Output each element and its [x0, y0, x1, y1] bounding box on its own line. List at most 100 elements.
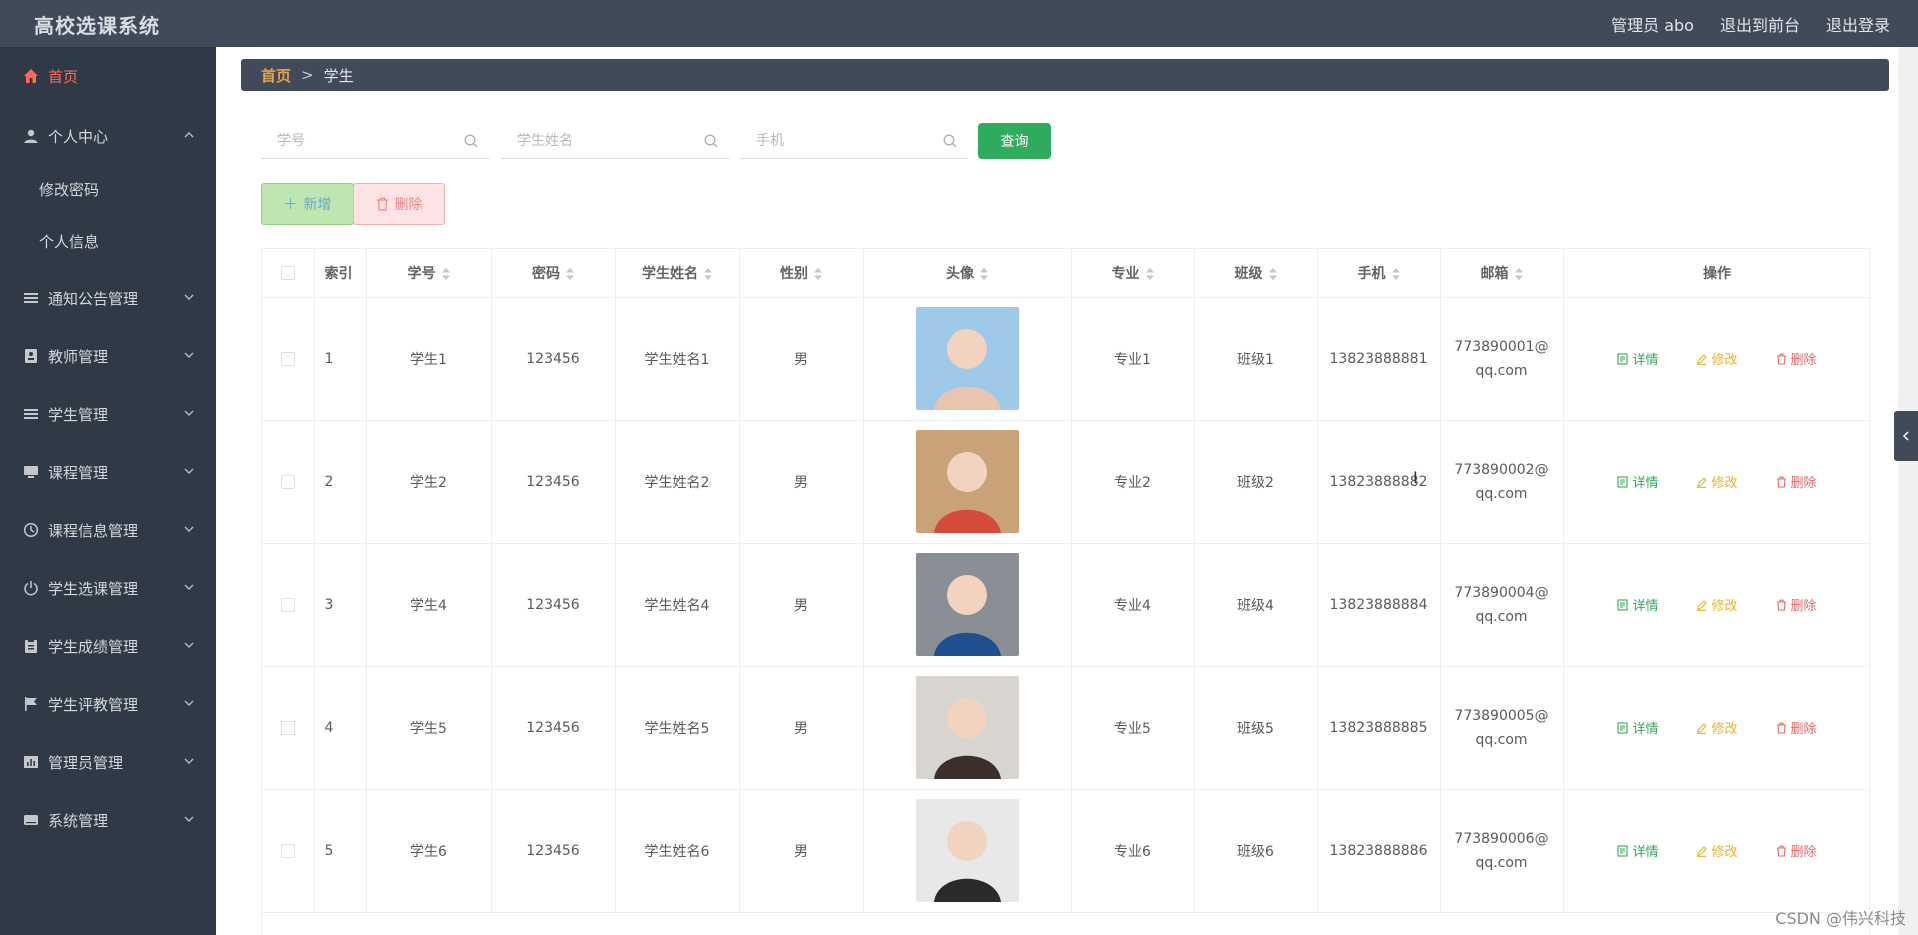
delete-button[interactable]: 删除 — [1776, 349, 1817, 368]
breadcrumb-separator: > — [301, 66, 314, 84]
add-button-label: 新增 — [303, 197, 332, 213]
sidebar-item-course-info-management[interactable]: 课程信息管理 — [0, 510, 216, 550]
sidebar-item-teacher-management[interactable]: 教师管理 — [0, 336, 216, 376]
header-actions: 管理员 abo 退出到前台 退出登录 — [1611, 12, 1890, 36]
edit-button[interactable]: 修改 — [1696, 472, 1738, 491]
email-cell: 773890005@ qq.com — [1440, 666, 1564, 790]
gender-cell: 男 — [739, 543, 864, 667]
phone-cell: 13823888886 — [1317, 789, 1441, 913]
col-major[interactable]: 专业 — [1071, 249, 1195, 298]
col-class[interactable]: 班级 — [1194, 249, 1318, 298]
row-select-cell — [262, 420, 315, 544]
edit-button[interactable]: 修改 — [1696, 349, 1738, 368]
chevron-up-icon — [184, 132, 194, 138]
index-cell: 2 — [314, 420, 367, 544]
detail-button[interactable]: 详情 — [1617, 841, 1658, 860]
detail-button[interactable]: 详情 — [1617, 595, 1658, 614]
table-row: 2 学生2 123456 学生姓名2 男专业2 班级2 13823888882 7738900… — [262, 420, 1869, 544]
sidebar-item-system-management[interactable]: 系统管理 — [0, 800, 216, 840]
email-line: 773890006@ — [1454, 830, 1549, 847]
breadcrumb-home[interactable]: 首页 — [261, 65, 291, 86]
major-cell: 专业2 — [1071, 420, 1195, 544]
edit-button[interactable]: 修改 — [1696, 595, 1738, 614]
sidebar-item-label: 教师管理 — [48, 347, 109, 366]
chevron-down-icon — [184, 816, 194, 822]
collapse-panel-button[interactable] — [1894, 411, 1918, 461]
avatar-cell — [863, 543, 1072, 667]
pencil-icon — [1697, 845, 1708, 857]
trash-icon — [1776, 722, 1786, 734]
sidebar-item-notice-management[interactable]: 通知公告管理 — [0, 278, 216, 318]
col-email[interactable]: 邮箱 — [1440, 249, 1564, 298]
row-select-cell — [262, 297, 315, 421]
monitor-icon — [22, 463, 40, 481]
col-student-name[interactable]: 学生姓名 — [615, 249, 740, 298]
actions-cell: 详情 修改 删除 — [1563, 297, 1869, 421]
query-button[interactable]: 查询 — [978, 123, 1051, 159]
logout-link[interactable]: 退出登录 — [1826, 12, 1890, 36]
col-phone[interactable]: 手机 — [1317, 249, 1441, 298]
chevron-down-icon — [184, 758, 194, 764]
row-checkbox[interactable] — [280, 597, 295, 612]
student-no-input[interactable] — [261, 125, 489, 156]
row-checkbox[interactable] — [280, 351, 295, 366]
avatar — [915, 553, 1019, 656]
col-password[interactable]: 密码 — [491, 249, 616, 298]
sort-icon — [1391, 267, 1400, 280]
document-icon — [1617, 352, 1629, 365]
col-index: 索引 — [314, 249, 367, 298]
delete-button[interactable]: 删除 — [1776, 595, 1817, 614]
power-icon — [22, 579, 40, 597]
delete-button[interactable]: 删除 — [1776, 472, 1817, 491]
sidebar-subitem-change-password[interactable]: 修改密码 — [0, 169, 216, 209]
student-name-cell: 学生姓名5 — [615, 666, 740, 790]
delete-button[interactable]: 删除 — [1776, 718, 1817, 737]
sidebar-item-student-management[interactable]: 学生管理 — [0, 394, 216, 434]
sidebar-subitem-personal-info[interactable]: 个人信息 — [0, 221, 216, 261]
sidebar-item-evaluation-management[interactable]: 学生评教管理 — [0, 684, 216, 724]
edit-button[interactable]: 修改 — [1696, 718, 1738, 737]
sidebar-item-grade-management[interactable]: 学生成绩管理 — [0, 626, 216, 666]
delete-button[interactable]: 删除 — [1776, 841, 1817, 860]
breadcrumb-current: 学生 — [323, 66, 354, 85]
edit-button[interactable]: 修改 — [1696, 841, 1738, 860]
row-select-cell — [262, 543, 315, 667]
user-icon — [22, 127, 40, 145]
chevron-down-icon — [184, 294, 194, 300]
select-all-checkbox[interactable] — [280, 265, 295, 280]
col-student-no[interactable]: 学号 — [366, 249, 492, 298]
sidebar-item-label: 学生选课管理 — [48, 579, 139, 598]
sidebar-item-course-selection-management[interactable]: 学生选课管理 — [0, 568, 216, 608]
col-avatar[interactable]: 头像 — [863, 249, 1072, 298]
avatar — [915, 799, 1019, 902]
batch-delete-button[interactable]: 删除 — [353, 183, 445, 225]
student-name-input[interactable] — [501, 125, 729, 156]
detail-button[interactable]: 详情 — [1617, 349, 1658, 368]
row-checkbox[interactable] — [280, 843, 295, 858]
phone-cell: 13823888884 — [1317, 543, 1441, 667]
sidebar-item-personal-center[interactable]: 个人中心 — [0, 116, 216, 156]
col-gender[interactable]: 性别 — [739, 249, 864, 298]
sidebar-item-label: 学生管理 — [48, 405, 109, 424]
table-row: 5 学生6 123456 学生姓名6 男专业6 班级6 13823888886 7738900… — [262, 789, 1869, 913]
exit-to-front-link[interactable]: 退出到前台 — [1720, 12, 1800, 36]
sort-icon — [1268, 267, 1277, 280]
avatar — [915, 307, 1019, 410]
email-cell: 773890004@ qq.com — [1440, 543, 1564, 667]
password-cell: 123456 — [491, 666, 616, 790]
phone-input[interactable] — [740, 125, 968, 156]
row-checkbox[interactable] — [280, 720, 295, 735]
avatar-cell — [863, 420, 1072, 544]
list-icon — [22, 405, 40, 423]
breadcrumb: 首页 > 学生 — [241, 59, 1889, 91]
row-checkbox[interactable] — [280, 474, 295, 489]
detail-button[interactable]: 详情 — [1617, 718, 1658, 737]
sidebar-item-course-management[interactable]: 课程管理 — [0, 452, 216, 492]
sidebar-item-home[interactable]: 首页 — [0, 56, 216, 96]
add-button[interactable]: ＋ 新增 — [261, 183, 354, 225]
detail-button[interactable]: 详情 — [1617, 472, 1658, 491]
sidebar-item-admin-management[interactable]: 管理员管理 — [0, 742, 216, 782]
chevron-down-icon — [184, 584, 194, 590]
select-all-cell — [262, 249, 315, 298]
trash-icon — [1776, 599, 1786, 611]
